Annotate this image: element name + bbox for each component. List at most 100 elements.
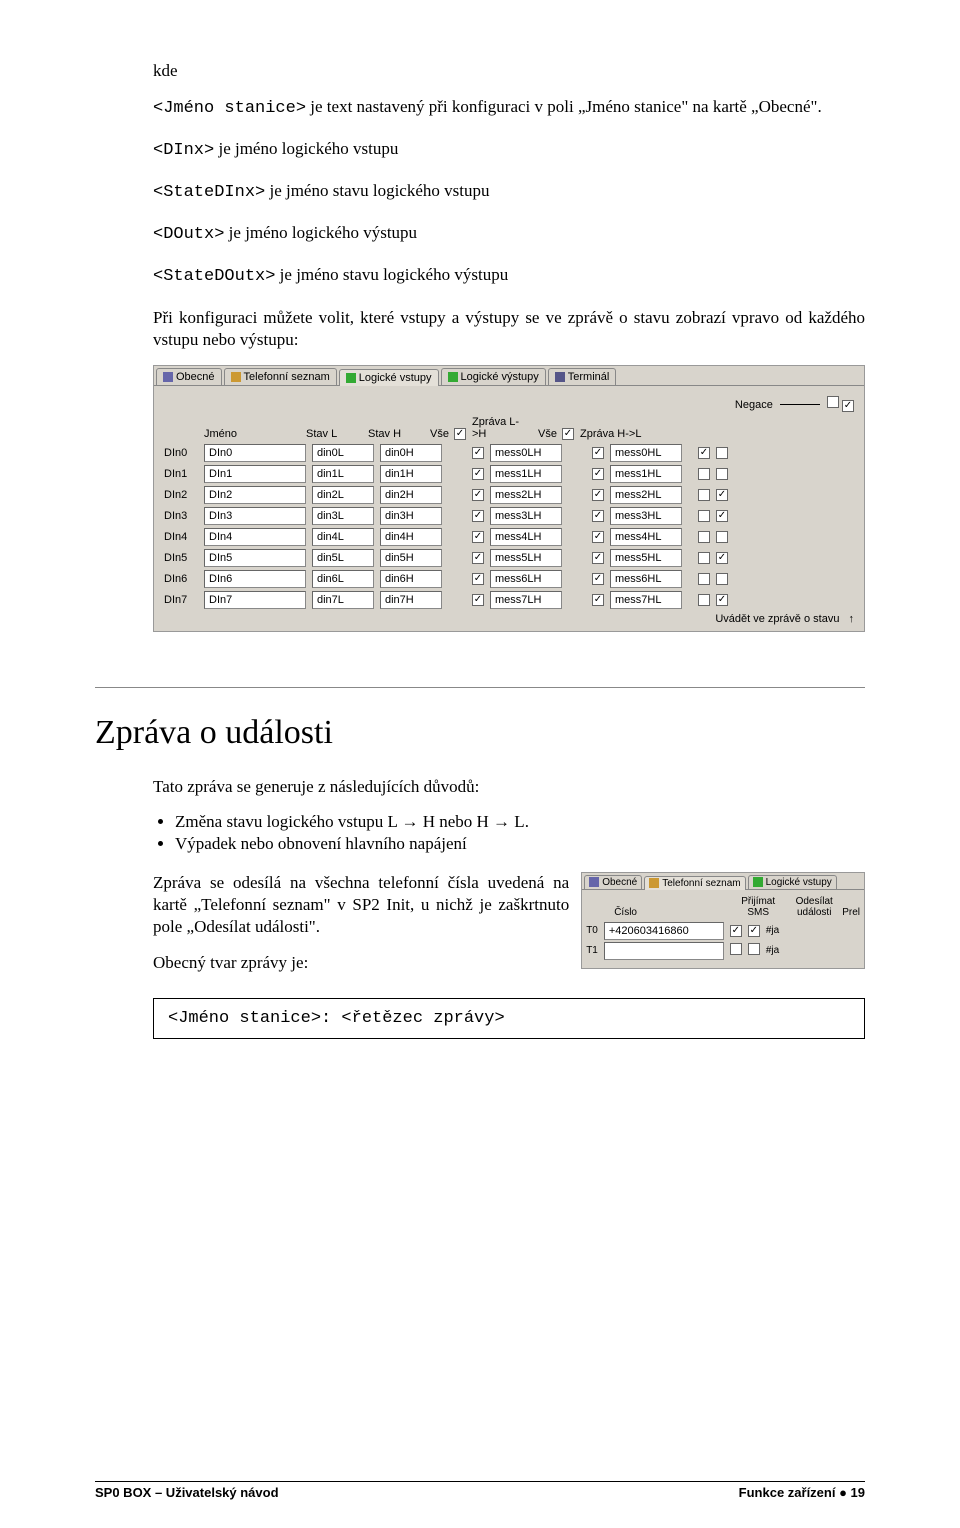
stavh-field[interactable]: din3H	[380, 507, 442, 525]
stavh-field[interactable]: din5H	[380, 549, 442, 567]
neg-cb2[interactable]	[716, 510, 728, 522]
stavl-field[interactable]: din4L	[312, 528, 374, 546]
prel-field[interactable]: #ja	[766, 925, 779, 936]
stavl-field[interactable]: din7L	[312, 591, 374, 609]
phone-number-field[interactable]	[604, 942, 724, 960]
prijimat-cb[interactable]	[730, 943, 742, 955]
neg-cb1[interactable]	[698, 510, 710, 522]
messhl-field[interactable]: mess6HL	[610, 570, 682, 588]
lh-cb[interactable]	[472, 489, 484, 501]
sec-p3: Obecný tvar zprávy je:	[153, 952, 569, 974]
hl-cb[interactable]	[592, 594, 604, 606]
hl-cb[interactable]	[592, 531, 604, 543]
neg-cb1[interactable]	[698, 468, 710, 480]
stavh-field[interactable]: din6H	[380, 570, 442, 588]
code-doutx: <DOutx>	[153, 225, 224, 244]
neg-cb2[interactable]	[716, 594, 728, 606]
lh-cb[interactable]	[472, 510, 484, 522]
prijimat-cb[interactable]	[730, 925, 742, 937]
neg-cb1[interactable]	[698, 552, 710, 564]
lh-cb[interactable]	[472, 447, 484, 459]
row-id: DIn3	[164, 510, 198, 522]
stavl-field[interactable]: din3L	[312, 507, 374, 525]
stavh-field[interactable]: din7H	[380, 591, 442, 609]
jmeno-field[interactable]: DIn3	[204, 507, 306, 525]
jmeno-field[interactable]: DIn6	[204, 570, 306, 588]
phone-number-field[interactable]: +420603416860	[604, 922, 724, 940]
stavh-field[interactable]: din0H	[380, 444, 442, 462]
hl-cb[interactable]	[592, 573, 604, 585]
para-doutx: <DOutx> je jméno logického výstupu	[153, 222, 865, 246]
hdr-vse1-cb[interactable]	[454, 428, 466, 440]
tab-logické-vstupy[interactable]: Logické vstupy	[339, 369, 439, 386]
neg-cb2[interactable]	[716, 531, 728, 543]
din-row: DIn3 DIn3 din3L din3H mess3LH mess3HL	[164, 507, 854, 525]
stavh-field[interactable]: din1H	[380, 465, 442, 483]
mini-tab-obecné[interactable]: Obecné	[584, 875, 642, 889]
messhl-field[interactable]: mess5HL	[610, 549, 682, 567]
jmeno-field[interactable]: DIn1	[204, 465, 306, 483]
mini-tab-logické-vstupy[interactable]: Logické vstupy	[748, 875, 837, 889]
tab-terminál[interactable]: Terminál	[548, 368, 617, 385]
messhl-field[interactable]: mess7HL	[610, 591, 682, 609]
jmeno-field[interactable]: DIn7	[204, 591, 306, 609]
jmeno-field[interactable]: DIn0	[204, 444, 306, 462]
stavl-field[interactable]: din5L	[312, 549, 374, 567]
hl-cb[interactable]	[592, 552, 604, 564]
neg-cb1[interactable]	[698, 594, 710, 606]
stavh-field[interactable]: din4H	[380, 528, 442, 546]
messlh-field[interactable]: mess1LH	[490, 465, 562, 483]
messlh-field[interactable]: mess3LH	[490, 507, 562, 525]
negace-label: Negace	[735, 399, 773, 411]
neg-cb2[interactable]	[716, 489, 728, 501]
stavl-field[interactable]: din1L	[312, 465, 374, 483]
stavl-field[interactable]: din2L	[312, 486, 374, 504]
neg-cb2[interactable]	[716, 468, 728, 480]
mini-tab-telefonní-seznam[interactable]: Telefonní seznam	[644, 876, 745, 890]
lh-cb[interactable]	[472, 531, 484, 543]
lh-cb[interactable]	[472, 573, 484, 585]
lh-cb[interactable]	[472, 468, 484, 480]
messlh-field[interactable]: mess0LH	[490, 444, 562, 462]
odesilat-cb[interactable]	[748, 943, 760, 955]
messlh-field[interactable]: mess2LH	[490, 486, 562, 504]
hl-cb[interactable]	[592, 510, 604, 522]
tab-logické-výstupy[interactable]: Logické výstupy	[441, 368, 546, 385]
messhl-field[interactable]: mess1HL	[610, 465, 682, 483]
messhl-field[interactable]: mess4HL	[610, 528, 682, 546]
messhl-field[interactable]: mess0HL	[610, 444, 682, 462]
negace-cb1[interactable]	[827, 396, 839, 408]
neg-cb1[interactable]	[698, 573, 710, 585]
messhl-field[interactable]: mess2HL	[610, 486, 682, 504]
jmeno-field[interactable]: DIn2	[204, 486, 306, 504]
jmeno-field[interactable]: DIn5	[204, 549, 306, 567]
neg-cb2[interactable]	[716, 552, 728, 564]
negace-cb2[interactable]	[842, 400, 854, 412]
stavh-field[interactable]: din2H	[380, 486, 442, 504]
neg-cb2[interactable]	[716, 573, 728, 585]
tab-telefonní-seznam[interactable]: Telefonní seznam	[224, 368, 337, 385]
messlh-field[interactable]: mess6LH	[490, 570, 562, 588]
odesilat-cb[interactable]	[748, 925, 760, 937]
hl-cb[interactable]	[592, 489, 604, 501]
neg-cb1[interactable]	[698, 447, 710, 459]
row-id: DIn4	[164, 531, 198, 543]
lh-cb[interactable]	[472, 552, 484, 564]
neg-cb2[interactable]	[716, 447, 728, 459]
messlh-field[interactable]: mess7LH	[490, 591, 562, 609]
prel-field[interactable]: #ja	[766, 945, 779, 956]
hl-cb[interactable]	[592, 447, 604, 459]
stavl-field[interactable]: din6L	[312, 570, 374, 588]
hdr-vse2-cb[interactable]	[562, 428, 574, 440]
messhl-field[interactable]: mess3HL	[610, 507, 682, 525]
lh-cb[interactable]	[472, 594, 484, 606]
neg-cb1[interactable]	[698, 489, 710, 501]
jmeno-field[interactable]: DIn4	[204, 528, 306, 546]
neg-cb1[interactable]	[698, 531, 710, 543]
messlh-field[interactable]: mess4LH	[490, 528, 562, 546]
tab-icon	[448, 372, 458, 382]
stavl-field[interactable]: din0L	[312, 444, 374, 462]
hl-cb[interactable]	[592, 468, 604, 480]
tab-obecné[interactable]: Obecné	[156, 368, 222, 385]
messlh-field[interactable]: mess5LH	[490, 549, 562, 567]
